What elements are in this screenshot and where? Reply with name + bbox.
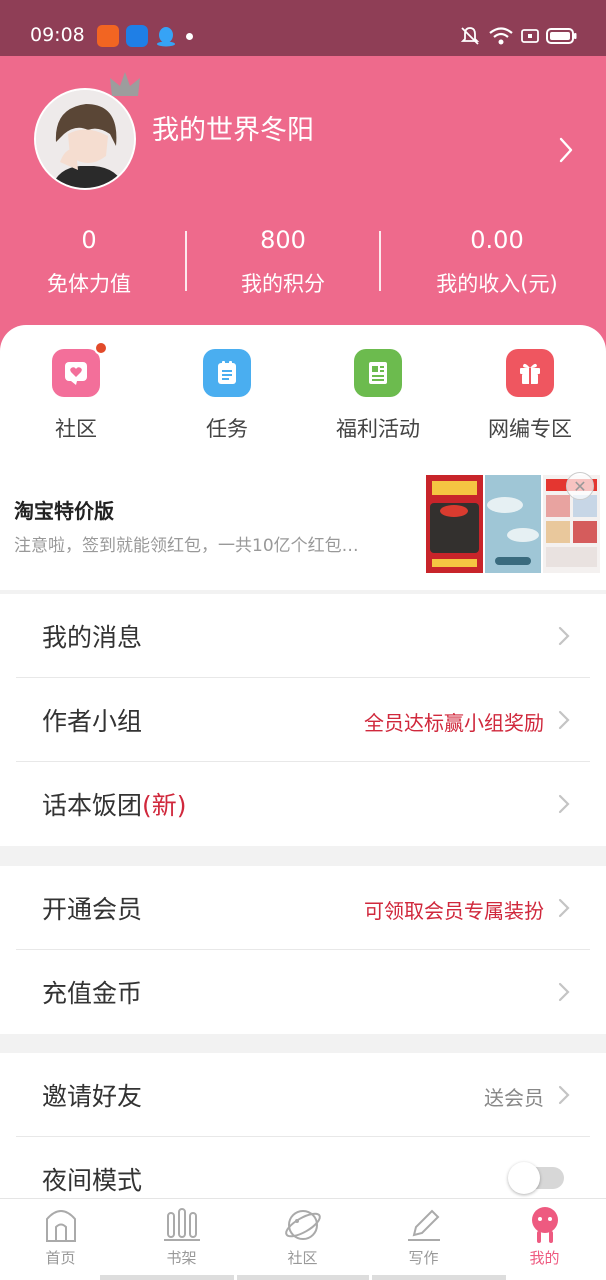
chevron-right-icon <box>558 982 570 1002</box>
avatar-image <box>36 90 134 188</box>
menu-item-title: 我的消息 <box>42 623 143 652</box>
quick-action-welfare[interactable]: 福利活动 <box>302 349 454 443</box>
menu-item-fan-group[interactable]: 话本饭团(新) <box>16 762 590 846</box>
news-icon <box>354 349 402 397</box>
menu-item-promo: 送会员 <box>484 1086 544 1110</box>
nav-label: 书架 <box>166 1249 197 1267</box>
chevron-right-icon <box>558 710 570 730</box>
stat-divider <box>185 231 187 291</box>
menu-item-title: 作者小组 <box>42 707 143 736</box>
stat-points[interactable]: 800 我的积分 <box>188 226 378 298</box>
menu-item-promo: 可领取会员专属装扮 <box>364 899 544 923</box>
username[interactable]: 我的世界冬阳 <box>152 108 314 147</box>
chevron-right-icon <box>558 1085 570 1105</box>
stat-label: 我的积分 <box>241 272 325 296</box>
ad-title: 淘宝特价版 <box>14 499 114 523</box>
home-icon <box>45 1210 76 1242</box>
gesture-bar <box>237 1275 369 1280</box>
quick-action-editor-zone[interactable]: 网编专区 <box>454 349 606 443</box>
menu-item-recharge[interactable]: 充值金币 <box>16 950 590 1034</box>
menu-section-2: 开通会员 可领取会员专属装扮 充值金币 <box>0 866 606 1034</box>
battery-icon <box>546 28 577 44</box>
menu-item-title-text: 话本饭团 <box>42 791 143 820</box>
quick-action-community[interactable]: 社区 <box>0 341 152 443</box>
gesture-bar <box>372 1275 506 1280</box>
nav-label: 我的 <box>529 1249 560 1267</box>
planet-icon <box>284 1210 321 1240</box>
mute-bell-icon <box>460 27 480 45</box>
status-bar: 09:08 <box>0 0 606 56</box>
nav-tab-home[interactable]: 首页 <box>0 1205 121 1268</box>
crown-icon <box>110 72 140 96</box>
new-badge: (新) <box>142 791 187 820</box>
chevron-right-icon[interactable] <box>558 136 574 164</box>
nav-tab-mine[interactable]: 我的 <box>484 1205 605 1268</box>
menu-item-title: 话本饭团(新) <box>42 786 187 822</box>
menu-section-3: 邀请好友 送会员 夜间模式 <box>0 1053 606 1198</box>
bookshelf-icon <box>163 1208 200 1241</box>
menu-item-promo: 全员达标赢小组奖励 <box>364 711 544 735</box>
menu-item-invite[interactable]: 邀请好友 送会员 <box>16 1053 590 1137</box>
profile-header: 我的世界冬阳 0 免体力值 800 我的积分 0.00 我的收入(元) <box>0 56 606 356</box>
menu-item-title: 夜间模式 <box>42 1166 143 1195</box>
nav-label: 写作 <box>408 1249 439 1267</box>
gesture-bar <box>100 1275 234 1280</box>
menu-item-author-group[interactable]: 作者小组 全员达标赢小组奖励 <box>16 678 590 762</box>
stat-stamina[interactable]: 0 免体力值 <box>0 226 184 298</box>
gift-icon <box>506 349 554 397</box>
menu-item-night-mode: 夜间模式 <box>16 1137 590 1198</box>
chevron-right-icon <box>558 794 570 814</box>
clipboard-icon <box>203 349 251 397</box>
ad-image-2 <box>485 475 541 573</box>
nav-tab-community[interactable]: 社区 <box>242 1205 363 1268</box>
menu-item-title: 充值金币 <box>42 979 143 1008</box>
quick-action-label: 任务 <box>206 417 248 441</box>
stat-label: 我的收入(元) <box>436 272 558 296</box>
browser-notification-icon <box>126 25 148 47</box>
nav-tab-write[interactable]: 写作 <box>363 1205 484 1268</box>
stat-value: 800 <box>260 226 306 254</box>
quick-actions-card: 社区 任务 福利活动 网编专区 淘宝特价版 注意啦，签到就能领红包，一共10亿个… <box>0 325 606 590</box>
bottom-nav: 首页 书架 社区 写作 我的 <box>0 1198 606 1280</box>
ad-subtitle: 注意啦，签到就能领红包，一共10亿个红包… <box>14 536 359 556</box>
stat-label: 免体力值 <box>47 272 131 296</box>
menu-section-1: 我的消息 作者小组 全员达标赢小组奖励 话本饭团(新) <box>0 594 606 846</box>
more-notifications-icon <box>186 33 193 40</box>
notification-dot <box>94 341 108 355</box>
menu-item-title: 开通会员 <box>42 895 143 924</box>
toggle-knob <box>508 1162 540 1194</box>
ad-image-1 <box>426 475 483 573</box>
pen-icon <box>407 1209 440 1241</box>
nav-label: 社区 <box>287 1249 318 1267</box>
menu-item-title: 邀请好友 <box>42 1082 143 1111</box>
avatar[interactable] <box>34 72 140 190</box>
nav-tab-bookshelf[interactable]: 书架 <box>121 1205 242 1268</box>
nav-label: 首页 <box>45 1249 76 1267</box>
sim-icon <box>521 29 539 43</box>
app-notification-icon <box>97 25 119 47</box>
menu-item-membership[interactable]: 开通会员 可领取会员专属装扮 <box>16 866 590 950</box>
night-mode-toggle[interactable] <box>508 1162 564 1194</box>
quick-action-tasks[interactable]: 任务 <box>151 349 303 443</box>
ad-banner[interactable]: 淘宝特价版 注意啦，签到就能领红包，一共10亿个红包… <box>0 475 606 575</box>
ad-close-button[interactable]: ✕ <box>566 472 594 500</box>
stat-value: 0.00 <box>470 226 524 254</box>
wifi-icon <box>489 27 513 45</box>
qq-notification-icon <box>155 25 177 47</box>
status-time: 09:08 <box>30 24 85 46</box>
stat-divider <box>379 231 381 291</box>
stat-value: 0 <box>81 226 97 254</box>
menu-item-messages[interactable]: 我的消息 <box>16 594 590 678</box>
quick-action-label: 福利活动 <box>336 417 420 441</box>
chevron-right-icon <box>558 626 570 646</box>
stat-income[interactable]: 0.00 我的收入(元) <box>402 226 592 298</box>
profile-icon <box>531 1207 558 1243</box>
heart-chat-icon <box>52 341 108 397</box>
chevron-right-icon <box>558 898 570 918</box>
quick-action-label: 网编专区 <box>488 417 572 441</box>
quick-action-label: 社区 <box>55 417 97 441</box>
